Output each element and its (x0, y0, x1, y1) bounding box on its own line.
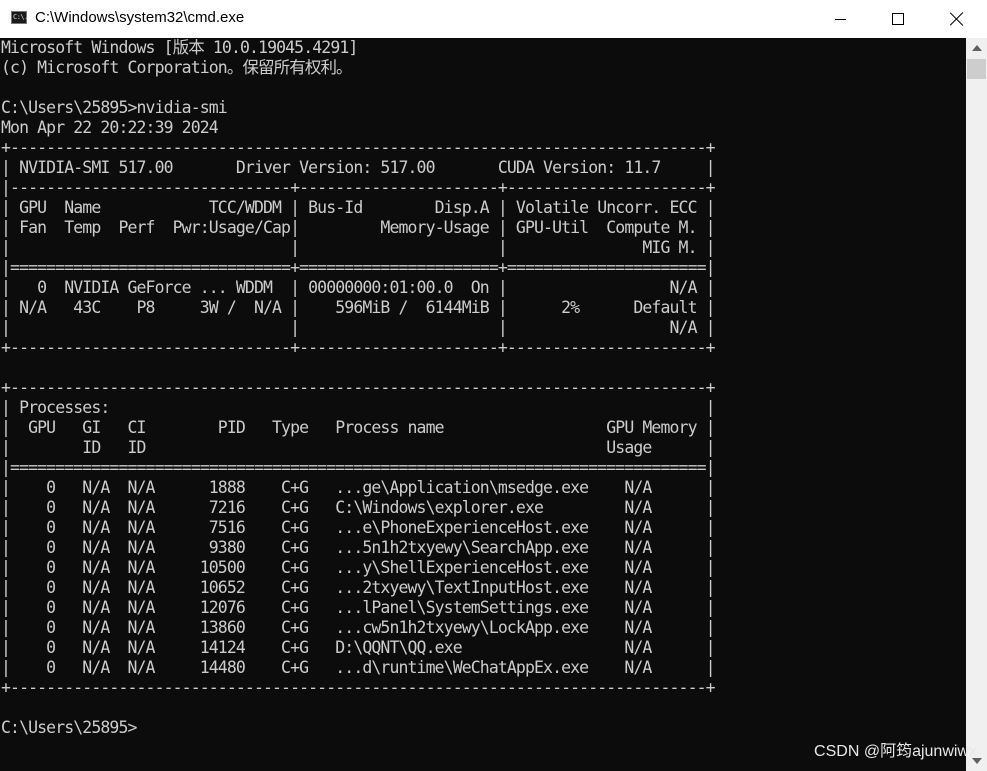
scrollbar-thumb[interactable] (967, 59, 986, 79)
arrow-up-icon (971, 45, 982, 51)
scroll-up-button[interactable] (966, 38, 987, 58)
minimize-button[interactable] (811, 0, 869, 38)
console-line: +-------------------------------+-------… (1, 338, 716, 357)
maximize-icon (892, 13, 904, 25)
console-line: | GPU Name TCC/WDDM | Bus-Id Disp.A | Vo… (1, 198, 716, 217)
console-line: | 0 N/A N/A 13860 C+G ...cw5n1h2txyewy\L… (1, 618, 716, 637)
close-button[interactable] (927, 0, 987, 38)
console-line: | 0 N/A N/A 12076 C+G ...lPanel\SystemSe… (1, 598, 716, 617)
minimize-icon (834, 18, 846, 20)
console-line: | 0 N/A N/A 9380 C+G ...5n1h2txyewy\Sear… (1, 538, 716, 557)
console-line: | 0 N/A N/A 7216 C+G C:\Windows\explorer… (1, 498, 716, 517)
maximize-button[interactable] (869, 0, 927, 38)
vertical-scrollbar[interactable] (966, 38, 987, 771)
csdn-watermark: CSDN @阿筠ajunwiwx (814, 743, 977, 760)
console-line: (c) Microsoft Corporation。保留所有权利。 (1, 58, 353, 77)
console-line: | N/A 43C P8 3W / N/A | 596MiB / 6144MiB… (1, 298, 716, 317)
console-line: | 0 NVIDIA GeForce ... WDDM | 00000000:0… (1, 278, 716, 297)
console-line: | 0 N/A N/A 14480 C+G ...d\runtime\WeCha… (1, 658, 716, 677)
console-line: | ID ID Usage | (1, 438, 716, 457)
console-line: | GPU GI CI PID Type Process name GPU Me… (1, 418, 716, 437)
console-line: | NVIDIA-SMI 517.00 Driver Version: 517.… (1, 158, 716, 177)
console-line: Mon Apr 22 20:22:39 2024 (1, 118, 219, 137)
close-icon (950, 12, 964, 26)
title-bar[interactable]: C:\. C:\Windows\system32\cmd.exe (0, 0, 987, 39)
console-line: | | | N/A | (1, 318, 716, 337)
console-line: | Fan Temp Perf Pwr:Usage/Cap| Memory-Us… (1, 218, 716, 237)
console-line: | 0 N/A N/A 7516 C+G ...e\PhoneExperienc… (1, 518, 716, 537)
console-line: | 0 N/A N/A 1888 C+G ...ge\Application\m… (1, 478, 716, 497)
console-line: |===============================+=======… (1, 258, 716, 277)
console-line: C:\Users\25895>nvidia-smi (1, 98, 228, 117)
console-line: |=======================================… (1, 458, 716, 477)
cmd-icon[interactable]: C:\. (11, 11, 28, 24)
console-line: | 0 N/A N/A 14124 C+G D:\QQNT\QQ.exe N/A… (1, 638, 716, 657)
window-title: C:\Windows\system32\cmd.exe (35, 9, 245, 26)
console-line: +---------------------------------------… (1, 138, 716, 157)
console-line: Microsoft Windows [版本 10.0.19045.4291] (1, 38, 358, 57)
cmd-icon-glyph: C:\. (13, 13, 28, 21)
console-line: | | | MIG M. | (1, 238, 716, 257)
console-prompt: C:\Users\25895> (1, 718, 137, 737)
console-line: | 0 N/A N/A 10500 C+G ...y\ShellExperien… (1, 558, 716, 577)
console-line: | Processes: | (1, 398, 716, 417)
console-line: +---------------------------------------… (1, 378, 716, 397)
console-output[interactable]: Microsoft Windows [版本 10.0.19045.4291] (c… (0, 38, 966, 771)
console-line: +---------------------------------------… (1, 678, 716, 697)
console-line: |-------------------------------+-------… (1, 178, 716, 197)
cmd-window: C:\. C:\Windows\system32\cmd.exe Microso… (0, 0, 987, 771)
console-line: | 0 N/A N/A 10652 C+G ...2txyewy\TextInp… (1, 578, 716, 597)
console-text[interactable]: Microsoft Windows [版本 10.0.19045.4291] (c… (0, 38, 966, 738)
